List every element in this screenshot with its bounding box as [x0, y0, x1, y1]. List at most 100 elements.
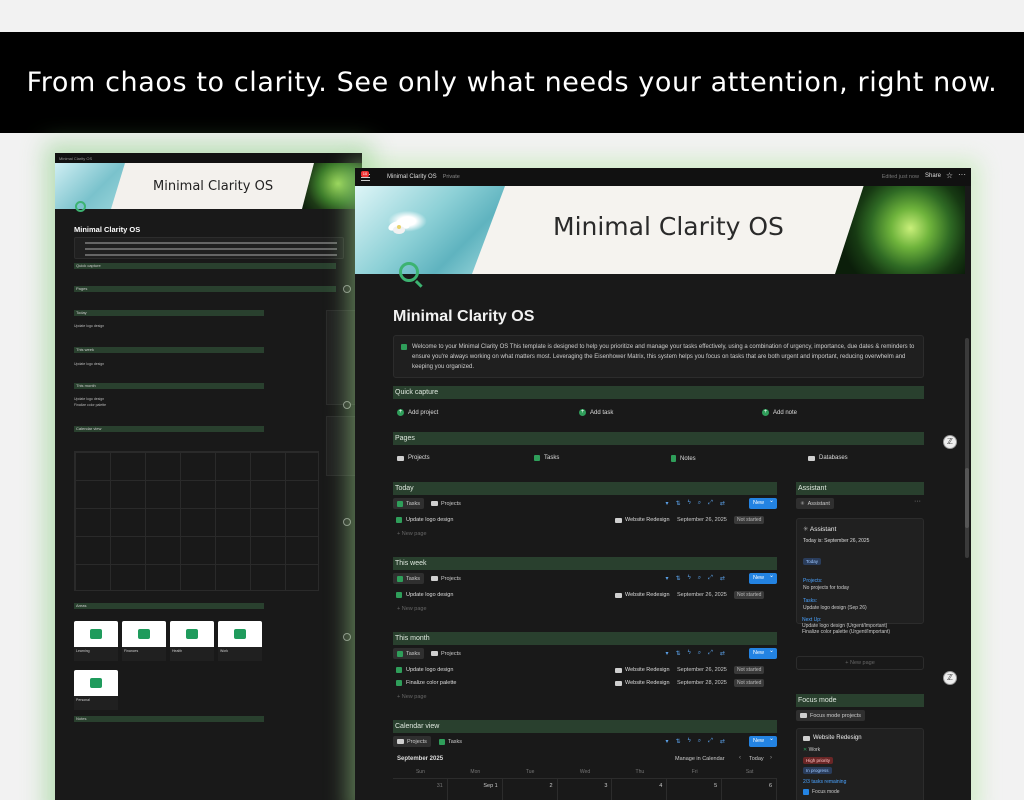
filter-icon: ▾ — [665, 501, 669, 507]
view-tools[interactable]: ▾ ⇅ ϟ ⌕ ⤢ ⇄ — [666, 575, 725, 582]
tab-projects[interactable]: Projects — [427, 573, 465, 584]
mini-section-pages: Pages — [74, 286, 336, 292]
mini-topbar: Minimal Clarity OS — [55, 153, 362, 163]
tab-projects[interactable]: Projects — [393, 736, 431, 747]
star-icon[interactable]: ☆ — [946, 171, 953, 180]
page-link-label: Databases — [819, 455, 848, 461]
add-project-label: Add project — [408, 409, 439, 416]
next-icon[interactable]: › — [770, 755, 772, 761]
table-row[interactable]: Update logo design Website Redesign Sept… — [393, 516, 777, 526]
hint-icon[interactable]: ℤ — [943, 671, 957, 685]
mini-hint-icon — [343, 518, 351, 526]
page-link-tasks[interactable]: Tasks — [534, 455, 559, 461]
today-view-bar: Tasks Projects ▾ ⇅ ϟ ⌕ ⤢ ⇄ New — [393, 496, 777, 511]
visibility-label[interactable]: Private — [443, 174, 460, 180]
tab-projects[interactable]: Projects — [427, 498, 465, 509]
scrollbar-thumb[interactable] — [965, 468, 969, 528]
main-screenshot: 10 Minimal Clarity OS Private Edited jus… — [355, 168, 971, 800]
more-icon[interactable]: ··· — [958, 170, 966, 179]
new-button[interactable]: New — [749, 646, 777, 659]
folder-icon — [615, 667, 622, 673]
status-chip: In progress — [803, 767, 832, 774]
new-button[interactable]: New — [749, 571, 777, 584]
view-tools[interactable]: ▾ ⇅ ϟ ⌕ ⤢ ⇄ — [666, 650, 725, 657]
calendar-view-bar: Projects Tasks ▾ ⇅ ϟ ⌕ ⤢ ⇄ New — [393, 734, 777, 749]
mini-hint-icon — [343, 401, 351, 409]
tab-projects[interactable]: Projects — [427, 648, 465, 659]
tab-tasks[interactable]: Tasks — [393, 648, 425, 659]
checkbox-icon — [396, 667, 402, 673]
prev-icon[interactable]: ‹ — [739, 755, 741, 761]
plus-icon: + — [397, 409, 404, 416]
table-row[interactable]: Update logo design Website Redesign Sept… — [393, 666, 777, 676]
new-page-link[interactable]: + New page — [397, 531, 427, 537]
mini-area-card-finances: Finances — [122, 621, 166, 661]
calendar-day: 6 — [722, 779, 778, 800]
tab-tasks[interactable]: Tasks — [393, 498, 425, 509]
page-link-notes[interactable]: Notes — [671, 455, 696, 462]
tab-tasks[interactable]: Tasks — [435, 736, 466, 747]
table-row[interactable]: Update logo design Website Redesign Sept… — [393, 591, 777, 601]
folder-icon — [397, 455, 404, 461]
focus-mode-toggle: Focus mode — [803, 789, 840, 795]
mini-hint-icon — [343, 285, 351, 293]
add-note-button[interactable]: + Add note — [762, 409, 797, 416]
new-page-button[interactable]: + New page — [796, 656, 924, 670]
mini-area-card-personal: Personal — [74, 670, 118, 710]
tab-focus-mode-projects[interactable]: Focus mode projects — [796, 710, 866, 721]
mini-section-quick-capture: Quick capture — [74, 263, 336, 269]
mini-hint-icon — [343, 633, 351, 641]
add-task-button[interactable]: + Add task — [579, 409, 613, 416]
new-button[interactable]: New — [749, 496, 777, 509]
tab-tasks[interactable]: Tasks — [393, 573, 425, 584]
page-link-projects[interactable]: Projects — [397, 455, 430, 461]
month-view-bar: Tasks Projects ▾ ⇅ ϟ ⌕ ⤢ ⇄ New — [393, 646, 777, 661]
tasks-value: Update logo design (Sep 26) — [803, 605, 867, 611]
mini-section-areas: Areas — [74, 603, 264, 609]
page-link-databases[interactable]: Databases — [808, 455, 848, 461]
status-badge: Not started — [734, 516, 765, 524]
table-row[interactable]: Finalize color palette Website Redesign … — [393, 679, 777, 689]
new-page-link[interactable]: + New page — [397, 694, 427, 700]
manage-in-calendar-button[interactable]: Manage in Calendar — [675, 756, 725, 762]
calendar-day: Sep 1 — [448, 779, 503, 800]
mini-calendar-grid — [74, 451, 319, 591]
mini-month-row-1: Update logo design — [74, 397, 105, 401]
mini-section-calendar: Calendar view — [74, 426, 264, 432]
breadcrumb[interactable]: Minimal Clarity OS — [387, 174, 437, 180]
sort-icon: ⇅ — [675, 501, 681, 507]
today-chip: Today — [803, 558, 822, 565]
folder-icon — [615, 517, 622, 523]
search-icon: ⌕ — [697, 500, 702, 506]
more-icon[interactable]: ··· — [914, 498, 921, 505]
tab-assistant[interactable]: ✳ Assistant — [796, 498, 834, 509]
window-topbar: 10 Minimal Clarity OS Private Edited jus… — [355, 168, 971, 186]
share-button[interactable]: Share — [925, 173, 941, 179]
view-tools[interactable]: ▾ ⇅ ϟ ⌕ ⤢ ⇄ — [666, 738, 725, 745]
mini-cover: Minimal Clarity OS — [55, 163, 362, 209]
mini-cover-title: Minimal Clarity OS — [153, 179, 274, 194]
today-button[interactable]: Today — [749, 756, 764, 762]
add-project-button[interactable]: + Add project — [397, 409, 438, 416]
mini-intro-callout — [74, 237, 344, 259]
priority-chip: High priority — [803, 757, 834, 764]
tasks-label: Tasks: — [803, 598, 818, 604]
plus-icon: + — [579, 409, 586, 416]
focus-card[interactable]: Website Redesign ✕ Work High priority In… — [796, 728, 924, 800]
checkbox-icon — [396, 592, 402, 598]
page-link-label: Tasks — [544, 455, 560, 461]
week-view-bar: Tasks Projects ▾ ⇅ ϟ ⌕ ⤢ ⇄ New — [393, 571, 777, 586]
mini-section-today: Today — [74, 310, 264, 316]
headline-banner: From chaos to clarity. See only what nee… — [0, 32, 1024, 133]
assistant-date: Today is: September 26, 2025 — [803, 538, 870, 544]
hint-icon[interactable]: ℤ — [943, 435, 957, 449]
calendar-grid[interactable]: 31 Sep 1 2 3 4 5 6 — [393, 778, 778, 800]
new-page-link[interactable]: + New page — [397, 606, 427, 612]
calendar-day: 3 — [558, 779, 613, 800]
section-this-month: This month — [393, 632, 777, 645]
magnifier-icon — [399, 262, 419, 282]
calendar-day: 2 — [503, 779, 558, 800]
add-note-label: Add note — [773, 409, 798, 416]
view-tools[interactable]: ▾ ⇅ ϟ ⌕ ⤢ ⇄ — [666, 500, 725, 507]
new-button[interactable]: New — [749, 734, 777, 747]
